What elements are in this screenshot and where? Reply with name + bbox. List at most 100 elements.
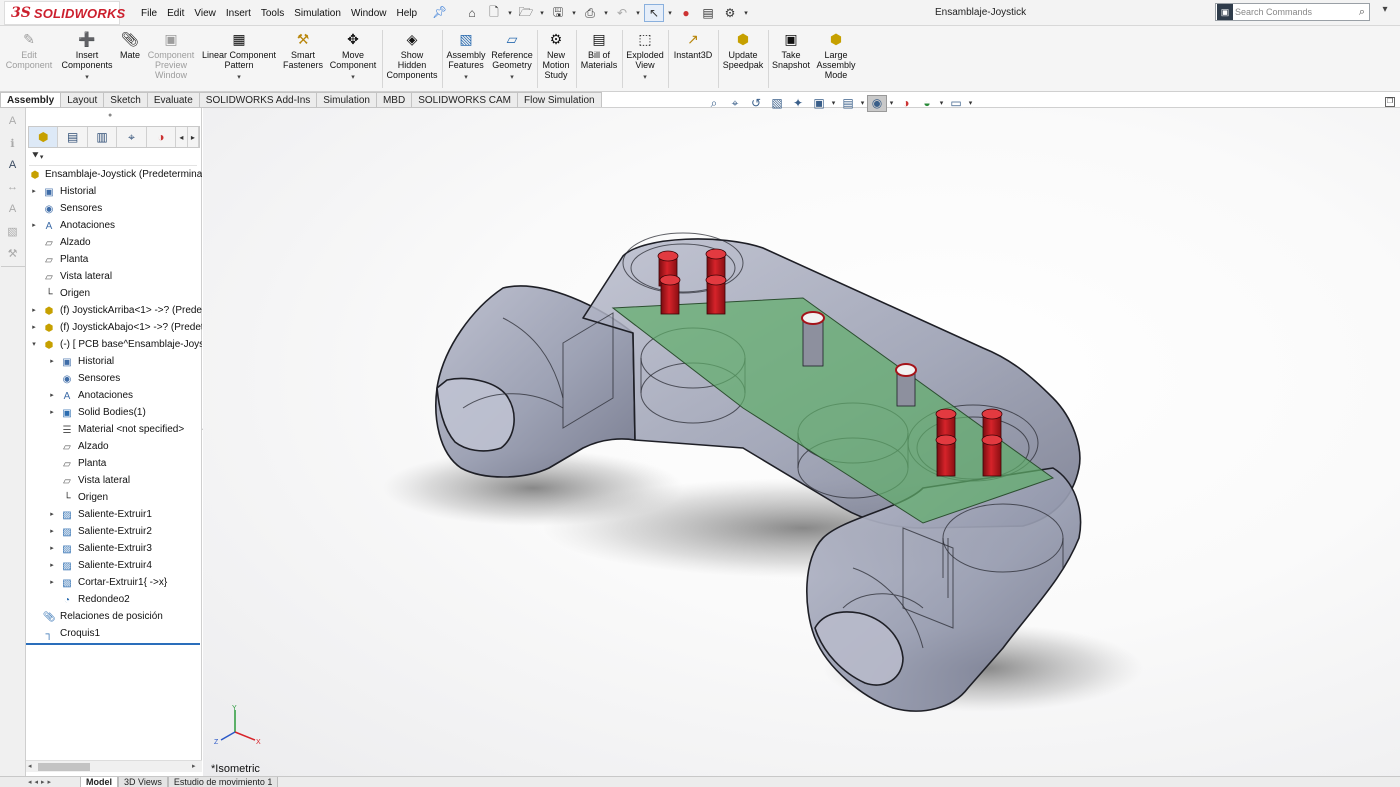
new-motion-study-button[interactable]: ⚙ New Motion Study bbox=[539, 30, 573, 80]
search-icon[interactable]: ⌕ bbox=[1359, 6, 1365, 19]
center-button-select[interactable] bbox=[801, 311, 825, 367]
pin-menu-icon[interactable]: 📌︎ bbox=[432, 5, 447, 19]
tree-node[interactable]: ▾ ⬢ (-) [ PCB base^Ensamblaje-Joystic bbox=[26, 337, 202, 354]
zoom-to-area-icon[interactable]: ⌖ bbox=[725, 95, 745, 112]
strip-text-icon[interactable]: A bbox=[4, 156, 22, 174]
menu-view[interactable]: View bbox=[189, 8, 221, 19]
tab-layout[interactable]: Layout bbox=[61, 92, 105, 108]
new-document-icon[interactable]: 🗋︎ bbox=[484, 4, 504, 22]
file-properties-icon[interactable]: ▤ bbox=[698, 4, 718, 22]
tabs-scroll-right-icon[interactable]: ▸ bbox=[188, 127, 200, 147]
options-dropdown-icon[interactable]: ▾ bbox=[742, 4, 750, 22]
tab-motion-study[interactable]: Estudio de movimiento 1 bbox=[167, 777, 279, 787]
section-view-icon[interactable]: ▧ bbox=[767, 95, 787, 112]
rollback-bar[interactable] bbox=[26, 643, 200, 645]
previous-view-icon[interactable]: ↺ bbox=[746, 95, 766, 112]
filter-funnel-icon[interactable]: ⯆▾ bbox=[29, 150, 197, 166]
tree-node[interactable]: ▱ Planta bbox=[26, 252, 202, 269]
edit-appearance-icon[interactable]: ◑ bbox=[896, 95, 916, 112]
tab-flow-simulation[interactable]: Flow Simulation bbox=[518, 92, 602, 108]
menu-tools[interactable]: Tools bbox=[256, 8, 289, 19]
take-snapshot-button[interactable]: ▣ Take Snapshot bbox=[770, 30, 812, 70]
expand-arrow-icon[interactable]: ▸ bbox=[48, 544, 56, 552]
options-gear-icon[interactable]: ⚙ bbox=[720, 4, 740, 22]
save-dropdown-icon[interactable]: ▾ bbox=[570, 4, 578, 22]
tab-3d-views[interactable]: 3D Views bbox=[118, 777, 168, 787]
panel-grip-icon[interactable]: ● bbox=[108, 112, 112, 119]
viewport-restore-icon[interactable]: ❐ bbox=[1385, 97, 1395, 107]
expand-arrow-icon[interactable]: ▸ bbox=[48, 510, 56, 518]
scroll-thumb[interactable] bbox=[38, 763, 90, 771]
edit-component-button[interactable]: ✎ Edit Component bbox=[4, 30, 54, 70]
view-orientation-icon[interactable]: ▣ bbox=[809, 95, 829, 112]
strip-surface-icon[interactable]: ▧ bbox=[4, 222, 22, 240]
select-dropdown-icon[interactable]: ▾ bbox=[666, 4, 674, 22]
strip-balloon-icon[interactable]: A bbox=[4, 200, 22, 218]
menu-edit[interactable]: Edit bbox=[162, 8, 189, 19]
tree-node[interactable]: ▱ Planta bbox=[26, 456, 202, 473]
tree-node[interactable]: └ Origen bbox=[26, 286, 202, 303]
expand-arrow-icon[interactable]: ▸ bbox=[48, 357, 56, 365]
button-cap[interactable] bbox=[659, 274, 681, 315]
bill-of-materials-button[interactable]: ▤ Bill of Materials bbox=[578, 30, 620, 70]
home-icon[interactable]: ⌂ bbox=[462, 4, 482, 22]
joystick-3d-model[interactable] bbox=[203, 108, 1400, 776]
linear-pattern-dropdown-icon[interactable]: ▾ bbox=[200, 73, 278, 83]
scroll-right-icon[interactable]: ▸ bbox=[192, 762, 196, 770]
search-dropdown-icon[interactable]: ▾ bbox=[1374, 4, 1396, 15]
strip-dimension-icon[interactable]: ↔ bbox=[4, 178, 22, 196]
update-speedpak-button[interactable]: ⬢ Update Speedpak bbox=[720, 30, 766, 70]
reference-geometry-dropdown-icon[interactable]: ▾ bbox=[489, 73, 535, 83]
new-dropdown-icon[interactable]: ▾ bbox=[506, 4, 514, 22]
tree-node[interactable]: ▸ ▨ Saliente-Extruir3 bbox=[26, 541, 202, 558]
search-input[interactable]: Search Commands bbox=[1235, 7, 1359, 17]
expand-arrow-icon[interactable]: ▸ bbox=[30, 323, 38, 331]
solidworks-logo[interactable]: 3S SOLIDWORKS bbox=[4, 1, 125, 25]
move-component-dropdown-icon[interactable]: ▾ bbox=[327, 73, 379, 83]
tabs-scroll-left-icon[interactable]: ◂ bbox=[176, 127, 188, 147]
tree-node[interactable]: ▸ ▧ Cortar-Extruir1{ ->x} bbox=[26, 575, 202, 592]
assembly-features-button[interactable]: ▧ Assembly Features ▾ bbox=[445, 30, 487, 83]
hide-show-dropdown-icon[interactable]: ▾ bbox=[888, 95, 895, 112]
strip-annotation-icon[interactable]: A bbox=[4, 112, 22, 130]
graphics-area[interactable]: Y X Z *Isometric bbox=[203, 108, 1400, 776]
tree-node[interactable]: ▸ ▨ Saliente-Extruir1 bbox=[26, 507, 202, 524]
tree-node[interactable]: ▸ ▣ Historial bbox=[26, 184, 202, 201]
zoom-to-fit-icon[interactable]: ⌕ bbox=[704, 95, 724, 112]
tab-sketch[interactable]: Sketch bbox=[104, 92, 148, 108]
insert-components-dropdown-icon[interactable]: ▾ bbox=[58, 73, 116, 83]
instant3d-button[interactable]: ↗ Instant3D bbox=[671, 30, 715, 60]
tree-node[interactable]: ▸ ⬢ (f) JoystickAbajo<1> ->? (Predete bbox=[26, 320, 202, 337]
menu-file[interactable]: File bbox=[136, 8, 162, 19]
tree-node[interactable]: ▸ ▣ Solid Bodies(1) bbox=[26, 405, 202, 422]
open-dropdown-icon[interactable]: ▾ bbox=[538, 4, 546, 22]
undo-icon[interactable]: ↶ bbox=[612, 4, 632, 22]
tree-node[interactable]: ┐ Croquis1 bbox=[26, 626, 202, 643]
show-hidden-components-button[interactable]: ◈ Show Hidden Components bbox=[385, 30, 439, 80]
print-icon[interactable]: ⎙ bbox=[580, 4, 600, 22]
undo-dropdown-icon[interactable]: ▾ bbox=[634, 4, 642, 22]
tree-node[interactable]: ▱ Vista lateral bbox=[26, 269, 202, 286]
assembly-features-dropdown-icon[interactable]: ▾ bbox=[445, 73, 487, 83]
insert-components-button[interactable]: ➕ Insert Components ▾ bbox=[58, 30, 116, 83]
expand-arrow-icon[interactable]: ▸ bbox=[30, 306, 38, 314]
tree-node[interactable]: ▸ ⬢ (f) JoystickArriba<1> ->? (Predete bbox=[26, 303, 202, 320]
tree-node[interactable]: ▸ A Anotaciones bbox=[26, 388, 202, 405]
print-dropdown-icon[interactable]: ▾ bbox=[602, 4, 610, 22]
exploded-view-button[interactable]: ⬚ Exploded View ▾ bbox=[624, 30, 666, 83]
strip-note-icon[interactable]: ℹ bbox=[4, 134, 22, 152]
tree-node[interactable]: ▱ Alzado bbox=[26, 439, 202, 456]
menu-simulation[interactable]: Simulation bbox=[289, 8, 346, 19]
button-cap[interactable] bbox=[935, 434, 957, 477]
smart-fasteners-button[interactable]: ⚒ Smart Fasteners bbox=[281, 30, 325, 70]
menu-help[interactable]: Help bbox=[392, 8, 423, 19]
expand-arrow-icon[interactable]: ▸ bbox=[48, 527, 56, 535]
linear-pattern-button[interactable]: ▦ Linear Component Pattern ▾ bbox=[200, 30, 278, 83]
button-cap[interactable] bbox=[981, 434, 1003, 477]
tree-node[interactable]: ⬢ Ensamblaje-Joystick (Predeterminado bbox=[26, 167, 202, 184]
center-button-start[interactable] bbox=[895, 363, 917, 407]
open-folder-icon[interactable]: 🗁︎ bbox=[516, 4, 536, 22]
tab-simulation[interactable]: Simulation bbox=[317, 92, 377, 108]
tree-node[interactable]: └ Origen bbox=[26, 490, 202, 507]
apply-scene-icon[interactable]: ◒ bbox=[917, 95, 937, 112]
